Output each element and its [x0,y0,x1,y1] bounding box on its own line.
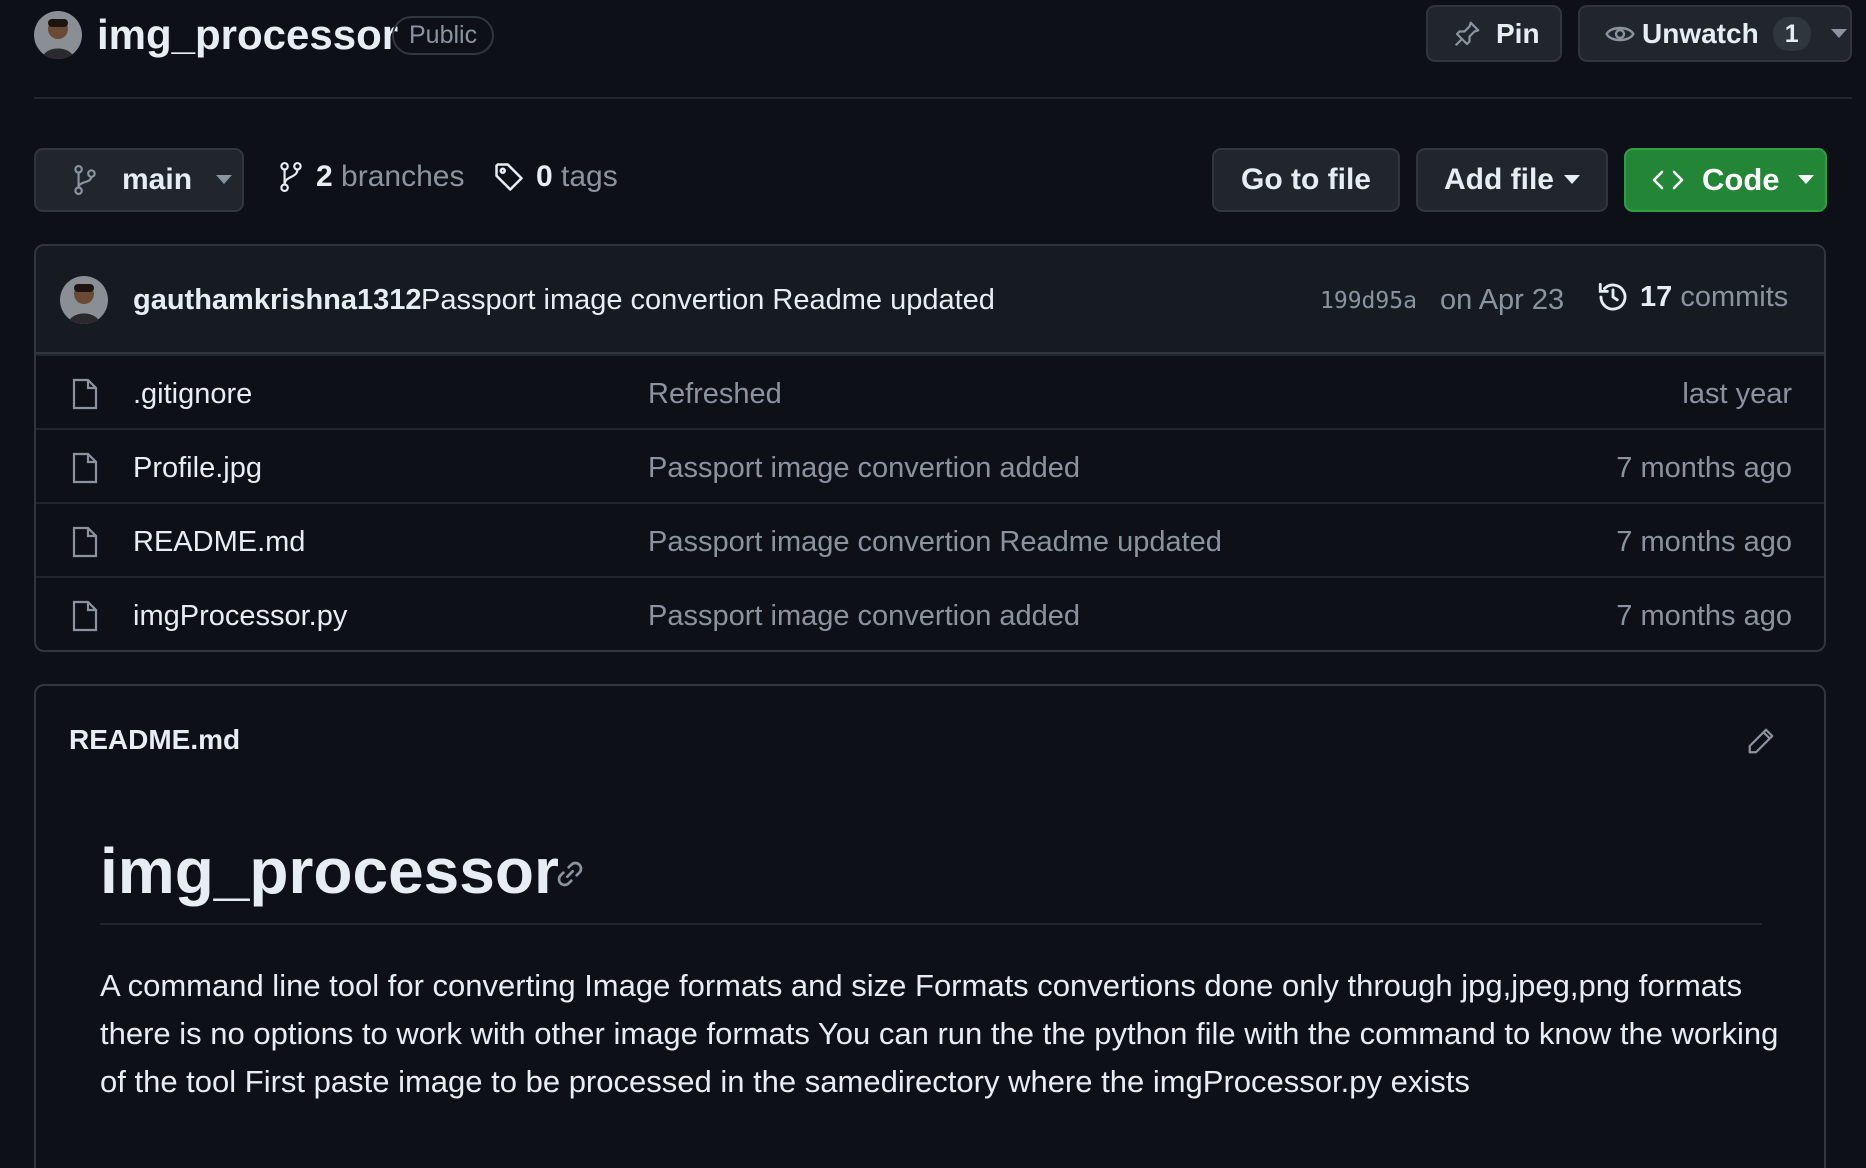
pin-icon [1452,19,1482,49]
file-list: gauthamkrishna1312 Passport image conver… [34,244,1826,652]
file-time: 7 months ago [1616,452,1792,484]
link-icon[interactable] [554,858,586,890]
branch-name: main [122,163,193,196]
readme-heading: img_processor [100,835,559,907]
go-to-file-button[interactable]: Go to file [1212,148,1400,212]
commits-count: 17 [1640,280,1673,313]
file-icon [72,526,98,558]
commit-sha[interactable]: 199d95a [1320,288,1417,314]
commit-date[interactable]: on Apr 23 [1440,284,1564,317]
code-button[interactable]: Code [1624,148,1827,212]
file-row[interactable]: README.md Passport image convertion Read… [36,502,1824,576]
history-icon [1596,280,1630,314]
file-row[interactable]: Profile.jpg Passport image convertion ad… [36,428,1824,502]
commit-message[interactable]: Passport image convertion Readme updated [421,284,995,317]
chevron-down-icon[interactable] [1830,28,1847,39]
eye-icon [1604,18,1636,50]
file-name[interactable]: .gitignore [133,378,252,411]
file-time: 7 months ago [1616,526,1792,558]
file-commit-message[interactable]: Passport image convertion Readme updated [648,526,1222,559]
commits-link[interactable]: 17 commits [1596,280,1788,314]
commits-label: commits [1680,280,1789,313]
watch-button[interactable]: Unwatch 1 [1578,5,1852,62]
file-commit-message[interactable]: Refreshed [648,378,782,411]
pin-button[interactable]: Pin [1426,5,1562,62]
branches-link[interactable]: 2 branches [278,160,464,194]
owner-avatar[interactable] [34,11,82,59]
commit-author-avatar[interactable] [60,276,108,324]
file-row[interactable]: imgProcessor.py Passport image convertio… [36,576,1824,650]
heading-divider [100,923,1762,925]
file-icon [72,600,98,632]
repo-name[interactable]: img_processor [97,11,398,59]
code-label: Code [1702,162,1780,197]
pin-label: Pin [1496,17,1540,49]
tag-icon [494,162,524,192]
file-icon [72,452,98,484]
tags-label: tags [561,160,618,193]
commit-author[interactable]: gauthamkrishna1312 [133,284,422,317]
branch-selector[interactable]: main [34,148,244,212]
readme-file-label[interactable]: README.md [69,724,240,756]
chevron-down-icon [1797,175,1814,185]
header-divider [34,97,1852,99]
branches-count: 2 [316,160,333,193]
tags-count: 0 [536,160,553,193]
pencil-icon[interactable] [1746,726,1776,756]
chevron-down-icon [216,175,233,185]
add-file-button[interactable]: Add file [1416,148,1608,212]
branches-label: branches [341,160,465,193]
readme-body: A command line tool for converting Image… [100,968,1779,1099]
watch-count: 1 [1772,16,1811,51]
visibility-badge: Public [392,16,495,55]
watch-label: Unwatch [1642,17,1759,49]
file-time: last year [1682,378,1792,410]
tags-link[interactable]: 0 tags [494,160,618,194]
file-name[interactable]: Profile.jpg [133,452,262,485]
file-time: 7 months ago [1616,600,1792,632]
latest-commit-bar: gauthamkrishna1312 Passport image conver… [36,246,1824,354]
file-row[interactable]: .gitignore Refreshed last year [36,354,1824,428]
chevron-down-icon [1564,175,1580,185]
add-file-label: Add file [1444,163,1554,196]
readme-panel: README.md img_processor A command line t… [34,684,1826,1168]
git-branch-icon [278,162,304,192]
file-name[interactable]: README.md [133,526,305,559]
file-commit-message[interactable]: Passport image convertion added [648,452,1080,485]
file-name[interactable]: imgProcessor.py [133,600,347,633]
file-commit-message[interactable]: Passport image convertion added [648,600,1080,633]
file-icon [72,378,98,410]
code-icon [1652,168,1684,192]
git-branch-icon [72,165,98,195]
